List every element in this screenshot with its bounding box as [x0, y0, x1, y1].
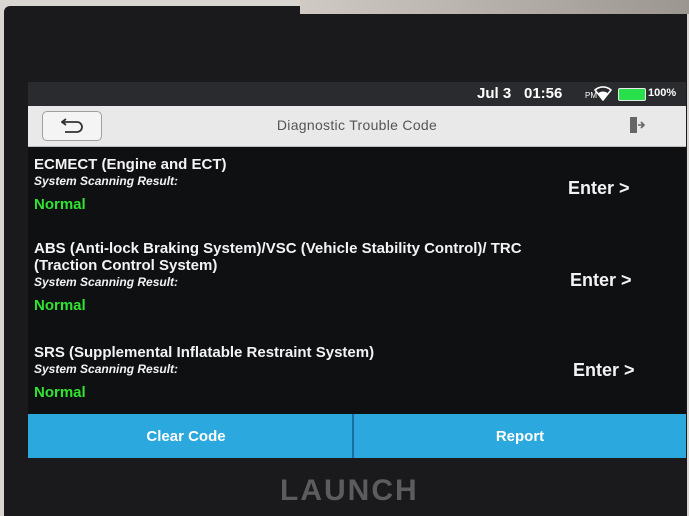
page-title: Diagnostic Trouble Code — [276, 117, 438, 133]
enter-button-ecmect[interactable]: Enter > — [568, 178, 630, 199]
battery-level: 100% — [648, 87, 677, 99]
scan-status: Normal — [34, 297, 86, 314]
system-item-abs: ABS (Anti-lock Braking System)/VSC (Vehi… — [28, 240, 686, 314]
brand-logo: LAUNCH — [280, 474, 419, 507]
background-glare — [300, 0, 689, 14]
status-time: 01:56 — [524, 85, 563, 102]
system-item-srs: SRS (Supplemental Inflatable Restraint S… — [28, 344, 686, 401]
battery-icon — [618, 88, 646, 101]
exit-icon[interactable] — [629, 116, 645, 134]
report-button[interactable]: Report — [354, 414, 686, 458]
title-bar: Diagnostic Trouble Code — [28, 106, 686, 147]
system-name: ECMECT (Engine and ECT) — [34, 156, 227, 173]
enter-button-srs[interactable]: Enter > — [573, 360, 635, 381]
clear-code-button[interactable]: Clear Code — [28, 414, 352, 458]
status-date: Jul 3 — [477, 85, 512, 102]
scan-status: Normal — [34, 384, 86, 401]
enter-button-abs[interactable]: Enter > — [570, 270, 632, 291]
system-name: ABS (Anti-lock Braking System)/VSC (Vehi… — [34, 240, 522, 274]
system-name: SRS (Supplemental Inflatable Restraint S… — [34, 344, 375, 361]
status-bar: Jul 3 01:56 PM 100% — [28, 82, 686, 106]
device-screen: Jul 3 01:56 PM 100% Diagnostic Trouble C… — [28, 82, 686, 458]
action-bar: Clear Code Report — [28, 414, 686, 458]
system-item-ecmect: ECMECT (Engine and ECT) System Scanning … — [28, 156, 686, 213]
wifi-icon — [594, 86, 612, 101]
